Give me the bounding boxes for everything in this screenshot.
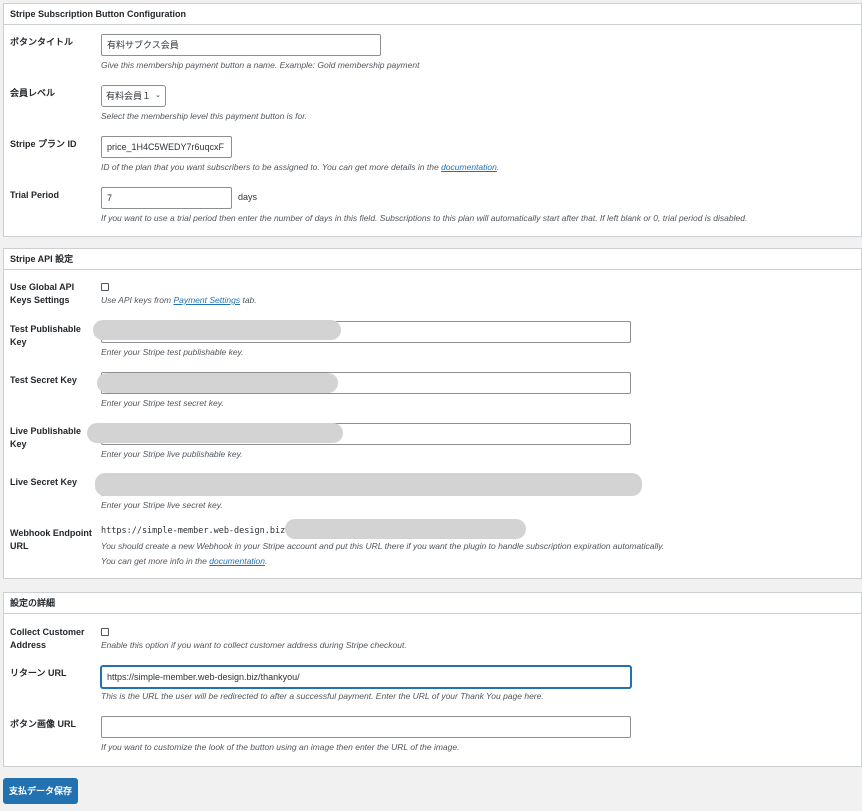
test-secret-desc: Enter your Stripe test secret key.	[101, 398, 224, 408]
button-title-desc: Give this membership payment button a na…	[101, 60, 420, 70]
membership-level-label: 会員レベル	[10, 88, 56, 98]
return-url-label: リターン URL	[10, 668, 67, 678]
test-publishable-label: Test Publishable Key	[10, 324, 81, 347]
trial-period-desc: If you want to use a trial period then e…	[101, 213, 748, 223]
panel-title: 設定の詳細	[4, 593, 861, 614]
plan-id-input[interactable]: price_1H4C5WEDY7r6uqcxF	[101, 136, 232, 158]
button-image-label: ボタン画像 URL	[10, 719, 76, 729]
redacted-value	[87, 423, 343, 443]
trial-period-label: Trial Period	[10, 190, 60, 200]
live-publishable-desc: Enter your Stripe live publishable key.	[101, 449, 243, 459]
button-image-input[interactable]	[101, 716, 631, 738]
webhook-desc-post: .	[265, 556, 268, 566]
membership-level-desc: Select the membership level this payment…	[101, 111, 308, 121]
global-keys-checkbox[interactable]	[101, 283, 109, 291]
plan-id-doc-link[interactable]: documentation	[441, 162, 497, 172]
return-url-desc: This is the URL the user will be redirec…	[101, 691, 544, 701]
plan-id-desc: ID of the plan that you want subscribers…	[101, 162, 499, 172]
collect-address-label: Collect Customer Address	[10, 627, 85, 650]
button-title-input[interactable]: 有料サブクス会員	[101, 34, 381, 56]
panel-title: Stripe API 設定	[4, 249, 861, 270]
trial-period-suffix: days	[238, 192, 258, 202]
webhook-desc: You should create a new Webhook in your …	[101, 541, 665, 551]
test-publishable-desc: Enter your Stripe test publishable key.	[101, 347, 244, 357]
live-publishable-label: Live Publishable Key	[10, 426, 82, 449]
webhook-label: Webhook Endpoint URL	[10, 528, 92, 551]
redacted-value	[97, 373, 338, 393]
return-url-input[interactable]: https://simple-member.web-design.biz/tha…	[101, 666, 631, 688]
global-keys-label: Use Global API Keys Settings	[10, 282, 75, 305]
collect-address-desc: Enable this option if you want to collec…	[101, 640, 407, 650]
redacted-value	[95, 473, 642, 496]
webhook-url: https://simple-member.web-design.biz	[101, 526, 286, 536]
membership-level-select[interactable]: 有料会員１ ⌄	[101, 85, 166, 107]
global-keys-desc-post: tab.	[242, 295, 257, 305]
save-payment-button[interactable]: 支払データ保存	[3, 778, 79, 804]
settings-detail-panel: 設定の詳細 Collect Customer Address Enable th…	[3, 592, 862, 767]
subscription-config-panel: Stripe Subscription Button Configuration…	[3, 3, 862, 237]
plan-id-desc-end: .	[496, 162, 500, 172]
collect-address-checkbox[interactable]	[101, 628, 109, 636]
payment-settings-link[interactable]: Payment Settings	[173, 295, 240, 305]
live-secret-label: Live Secret Key	[10, 477, 78, 487]
global-keys-desc-pre: Use API keys from	[101, 295, 172, 305]
redacted-value	[93, 320, 341, 340]
global-keys-desc: Use API keys from Payment Settings tab.	[101, 295, 257, 305]
test-secret-label: Test Secret Key	[10, 375, 77, 385]
webhook-doc-link[interactable]: documentation	[209, 556, 265, 566]
button-title-label: ボタンタイトル	[10, 37, 74, 47]
panel-title: Stripe Subscription Button Configuration	[4, 4, 861, 25]
live-secret-desc: Enter your Stripe live secret key.	[101, 500, 223, 510]
chevron-down-icon: ⌄	[155, 92, 161, 99]
webhook-desc-more: You can get more info in the documentati…	[101, 556, 267, 566]
redacted-value	[285, 519, 526, 539]
plan-id-label: Stripe プラン ID	[10, 139, 77, 149]
plan-id-desc-text: ID of the plan that you want subscribers…	[101, 162, 439, 172]
membership-level-value: 有料会員１	[106, 91, 152, 101]
button-image-desc: If you want to customize the look of the…	[101, 742, 460, 752]
stripe-api-panel: Stripe API 設定 Use Global API Keys Settin…	[3, 248, 862, 579]
webhook-desc-pre: You can get more info in the	[101, 556, 207, 566]
trial-period-input[interactable]: 7	[101, 187, 232, 209]
